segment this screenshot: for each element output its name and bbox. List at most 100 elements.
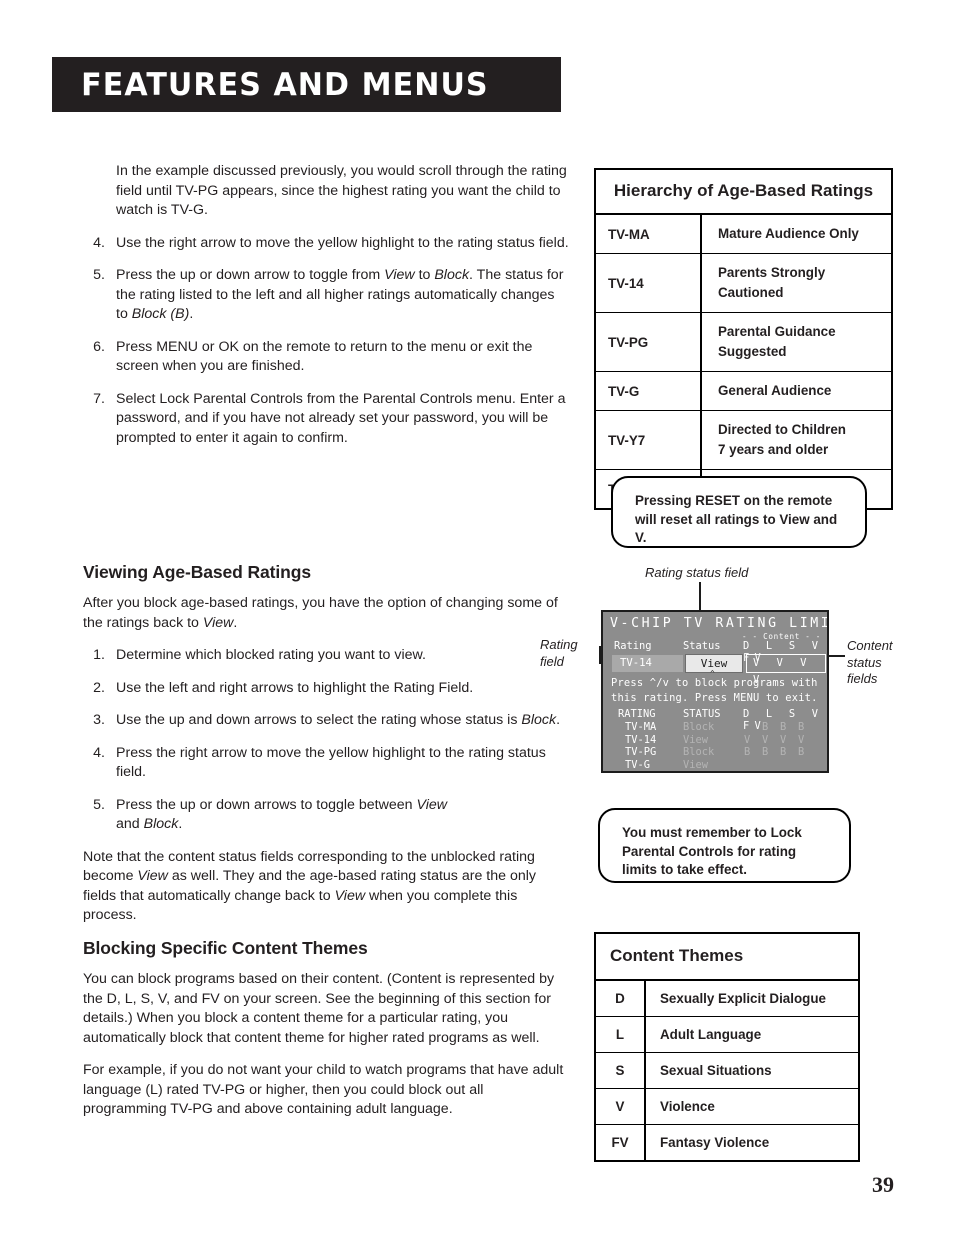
intro-paragraph: In the example discussed previously, you… bbox=[116, 163, 567, 218]
tv-row-rating: TV-PG bbox=[625, 746, 657, 758]
tv-row-status: Block bbox=[683, 721, 715, 733]
list-item-text: Press the up or down arrows to toggle be… bbox=[116, 796, 447, 833]
list-item: 4. Press the right arrow to move the yel… bbox=[83, 744, 561, 783]
leader-line-rating-status bbox=[699, 582, 701, 612]
callout-lock-note: You must remember to Lock Parental Contr… bbox=[598, 808, 851, 883]
annotation-rating-field: Rating field bbox=[540, 637, 578, 669]
list-item-text: Use the up and down arrows to select the… bbox=[116, 712, 561, 728]
list-item: 4. Use the right arrow to move the yello… bbox=[83, 234, 570, 254]
list-item-text: Use the right arrow to move the yellow h… bbox=[116, 234, 569, 251]
tv-row-l: B bbox=[762, 746, 769, 758]
tv-row-fv: V bbox=[814, 771, 820, 773]
list-item-text: Use the left and right arrows to highlig… bbox=[116, 679, 474, 696]
list-item-number: 5. bbox=[93, 796, 105, 813]
rating-code: TV-G bbox=[595, 371, 702, 411]
list-item-text: Determine which blocked rating you want … bbox=[116, 647, 426, 663]
table-row: L Adult Language bbox=[595, 1016, 859, 1053]
tv-row-v: V bbox=[798, 733, 805, 746]
theme-code: D bbox=[595, 979, 646, 1017]
tv-ratings-list: RATING STATUS D L S V FV TV-MA Block B B… bbox=[603, 707, 827, 773]
theme-description: Fantasy Violence bbox=[644, 1124, 859, 1162]
tv-list-header-row: RATING STATUS D L S V FV bbox=[603, 708, 827, 732]
tv-row-rating: TV-G bbox=[625, 758, 651, 771]
tv-row-status: View bbox=[683, 733, 709, 746]
table-row: TV-MA Mature Audience Only bbox=[595, 213, 892, 254]
table-row: TV-14 Parents Strongly Cautioned bbox=[595, 253, 892, 313]
theme-description: Adult Language bbox=[644, 1016, 859, 1053]
viewing-intro-paragraph: After you block age-based ratings, you h… bbox=[83, 595, 558, 631]
tv-row-v: B bbox=[798, 721, 805, 733]
tv-instruction-line-2: this rating. Press MENU to exit. bbox=[611, 692, 818, 704]
table-row: TV-14 View V V V V bbox=[603, 734, 827, 747]
theme-description: Sexually Explicit Dialogue bbox=[644, 979, 859, 1017]
theme-code: L bbox=[595, 1016, 646, 1053]
page-number: 39 bbox=[872, 1172, 894, 1197]
tv-row-status: Block bbox=[683, 746, 715, 758]
list-item: 7. Select Lock Parental Controls from th… bbox=[83, 390, 570, 449]
tv-col-status-label: Status bbox=[683, 640, 721, 652]
theme-code: V bbox=[595, 1088, 646, 1125]
table-row: TV-Y7 View V bbox=[603, 771, 827, 773]
hierarchy-table-title: Hierarchy of Age-Based Ratings bbox=[595, 169, 892, 215]
v-chip-rating-limit-screen: V-CHIP TV RATING LIMIT Rating Status - -… bbox=[601, 610, 829, 773]
steps-list-top: 4. Use the right arrow to move the yello… bbox=[83, 234, 570, 449]
theme-description: Sexual Situations bbox=[644, 1052, 859, 1089]
tv-screen-mockup: V-CHIP TV RATING LIMIT Rating Status - -… bbox=[601, 610, 829, 773]
tv-row-l: B bbox=[762, 721, 769, 733]
list-item-number: 1. bbox=[93, 647, 105, 663]
tv-list-head-rating: RATING bbox=[618, 708, 656, 720]
list-item-number: 4. bbox=[93, 234, 105, 251]
tv-row-s: B bbox=[780, 721, 787, 733]
tv-row-rating: TV-14 bbox=[625, 733, 657, 746]
table-row: TV-PG Block B B B B bbox=[603, 746, 827, 759]
callout-reset-note: Pressing RESET on the remote will reset … bbox=[611, 476, 867, 548]
rating-field[interactable]: TV-14 bbox=[612, 655, 683, 672]
tv-row-d: V bbox=[744, 733, 751, 746]
themes-paragraph-1: You can block programs based on their co… bbox=[83, 971, 555, 1046]
rating-code: TV-14 bbox=[595, 253, 702, 313]
rating-description: General Audience bbox=[700, 371, 892, 411]
rating-description: Mature Audience Only bbox=[700, 213, 892, 254]
list-item-number: 4. bbox=[93, 744, 105, 761]
list-item-text: Press the right arrow to move the yellow… bbox=[116, 744, 546, 781]
list-item-number: 6. bbox=[93, 338, 105, 355]
table-row: D Sexually Explicit Dialogue bbox=[595, 979, 859, 1017]
caret-down-icon: ^ bbox=[710, 669, 715, 678]
table-row: TV-Y7 Directed to Children 7 years and ol… bbox=[595, 410, 892, 470]
list-item: 1. Determine which blocked rating you wa… bbox=[83, 646, 561, 666]
theme-code: FV bbox=[595, 1124, 646, 1162]
hierarchy-of-age-based-ratings-table: Hierarchy of Age-Based Ratings TV-MA Mat… bbox=[594, 168, 893, 510]
table-row: TV-PG Parental Guidance Suggested bbox=[595, 312, 892, 372]
rating-code: TV-PG bbox=[595, 312, 702, 372]
viewing-note-paragraph: Note that the content status fields corr… bbox=[83, 848, 536, 924]
rating-description: Directed to Children 7 years and older bbox=[700, 410, 892, 470]
tv-row-status: View bbox=[683, 758, 709, 771]
list-item-text: Select Lock Parental Controls from the P… bbox=[116, 390, 566, 446]
content-status-fields[interactable]: V V V V bbox=[746, 654, 826, 686]
table-row: S Sexual Situations bbox=[595, 1052, 859, 1089]
tv-column-headers: Rating Status - - Content - - D L S V FV bbox=[603, 631, 827, 664]
page-header-banner: FEATURES AND MENUS bbox=[52, 57, 561, 112]
table-row: V Violence bbox=[595, 1088, 859, 1125]
list-item-number: 5. bbox=[93, 267, 105, 283]
themes-paragraph-2: For example, if you do not want your chi… bbox=[83, 1062, 564, 1117]
list-item-number: 7. bbox=[93, 390, 105, 407]
tv-screen-title: V-CHIP TV RATING LIMIT bbox=[610, 616, 829, 631]
tv-row-rating: TV-Y7 bbox=[625, 771, 656, 773]
table-title-row: Hierarchy of Age-Based Ratings bbox=[595, 169, 892, 215]
table-row: TV-G View bbox=[603, 759, 827, 772]
annotation-content-status-fields: Content status fields bbox=[847, 638, 893, 686]
tv-row-status: View bbox=[683, 771, 708, 773]
table-row: FV Fantasy Violence bbox=[595, 1124, 859, 1162]
rating-description: Parental Guidance Suggested bbox=[700, 312, 892, 372]
table-row: TV-G General Audience bbox=[595, 371, 892, 411]
list-item: 3. Use the up and down arrows to select … bbox=[83, 711, 561, 731]
tv-row-l: V bbox=[762, 733, 769, 746]
list-item: 5. Press the up or down arrow to toggle … bbox=[83, 266, 570, 325]
theme-code: S bbox=[595, 1052, 646, 1089]
viewing-age-based-ratings-section: Viewing Age-Based Ratings After you bloc… bbox=[83, 562, 561, 939]
rating-code: TV-Y7 bbox=[595, 410, 702, 470]
tv-row-v: B bbox=[798, 746, 805, 758]
left-column-top: In the example discussed previously, you… bbox=[83, 162, 570, 461]
section-heading-viewing: Viewing Age-Based Ratings bbox=[83, 562, 311, 582]
